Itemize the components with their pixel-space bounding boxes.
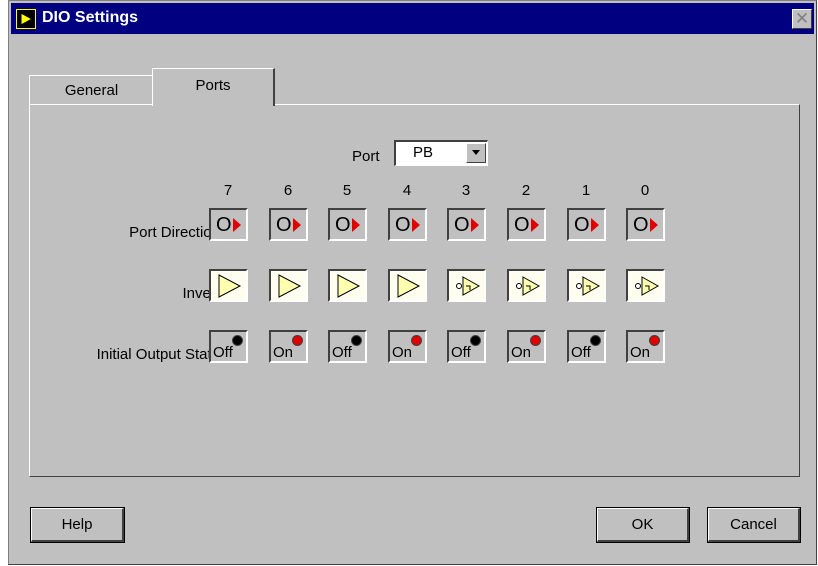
cancel-button[interactable]: Cancel <box>707 507 801 543</box>
dio-settings-dialog: DIO Settings ✕ General Ports Port PB Por… <box>8 0 817 565</box>
direction-text: O <box>395 214 411 236</box>
help-button[interactable]: Help <box>30 507 125 543</box>
output-arrow-icon <box>293 218 301 232</box>
output-arrow-icon <box>412 218 420 232</box>
port-label: Port <box>352 148 380 165</box>
initial-state-toggle-bit-2[interactable]: On <box>507 330 546 363</box>
output-arrow-icon <box>650 218 658 232</box>
app-icon <box>16 9 36 29</box>
state-text: Off <box>213 344 233 361</box>
invert-toggle-bit-5[interactable] <box>328 269 367 302</box>
close-icon: ✕ <box>794 9 810 28</box>
bit-label: 1 <box>581 182 591 199</box>
bit-label: 6 <box>283 182 293 199</box>
direction-text: O <box>216 214 232 236</box>
window-title: DIO Settings <box>42 9 139 26</box>
ports-panel: Port PB Port Direction Invert Initial Ou… <box>29 104 800 477</box>
direction-button-bit-5[interactable]: O <box>328 208 367 241</box>
led-indicator-icon <box>590 335 601 346</box>
port-select-value: PB <box>413 144 434 161</box>
initial-output-state-label: Initial Output State <box>96 346 220 363</box>
inverter-icon <box>635 276 660 296</box>
initial-state-toggle-bit-6[interactable]: On <box>269 330 308 363</box>
inverter-icon <box>516 276 541 296</box>
buffer-icon <box>278 274 302 298</box>
led-indicator-icon <box>470 335 481 346</box>
direction-text: O <box>514 214 530 236</box>
direction-text: O <box>276 214 292 236</box>
output-arrow-icon <box>471 218 479 232</box>
inverter-icon <box>576 276 601 296</box>
direction-button-bit-7[interactable]: O <box>209 208 248 241</box>
state-text: Off <box>571 344 591 361</box>
dropdown-arrow-button[interactable] <box>466 143 486 163</box>
output-arrow-icon <box>531 218 539 232</box>
invert-toggle-bit-4[interactable] <box>388 269 427 302</box>
buffer-icon <box>337 274 361 298</box>
direction-button-bit-1[interactable]: O <box>567 208 606 241</box>
initial-state-toggle-bit-7[interactable]: Off <box>209 330 248 363</box>
bit-label: 7 <box>223 182 233 199</box>
direction-button-bit-2[interactable]: O <box>507 208 546 241</box>
direction-button-bit-3[interactable]: O <box>447 208 486 241</box>
title-bar[interactable]: DIO Settings ✕ <box>11 3 814 34</box>
bit-label: 2 <box>521 182 531 199</box>
led-indicator-icon <box>292 335 303 346</box>
tab-ports[interactable]: Ports <box>152 68 275 106</box>
initial-state-toggle-bit-0[interactable]: On <box>626 330 665 363</box>
output-arrow-icon <box>233 218 241 232</box>
tab-ports-label: Ports <box>195 77 231 94</box>
direction-button-bit-0[interactable]: O <box>626 208 665 241</box>
ok-button[interactable]: OK <box>596 507 690 543</box>
invert-toggle-bit-0[interactable] <box>626 269 665 302</box>
direction-text: O <box>574 214 590 236</box>
direction-button-bit-4[interactable]: O <box>388 208 427 241</box>
invert-toggle-bit-2[interactable] <box>507 269 546 302</box>
led-indicator-icon <box>411 335 422 346</box>
initial-state-toggle-bit-4[interactable]: On <box>388 330 427 363</box>
direction-text: O <box>454 214 470 236</box>
led-indicator-icon <box>649 335 660 346</box>
buffer-icon <box>218 274 242 298</box>
state-text: On <box>273 344 294 361</box>
chevron-down-icon <box>472 150 480 155</box>
output-arrow-icon <box>352 218 360 232</box>
bit-label: 0 <box>640 182 650 199</box>
close-button[interactable]: ✕ <box>792 9 812 29</box>
tab-general-label: General <box>64 82 119 99</box>
bit-label: 5 <box>342 182 352 199</box>
buffer-icon <box>397 274 421 298</box>
output-arrow-icon <box>591 218 599 232</box>
bit-label: 3 <box>461 182 471 199</box>
invert-toggle-bit-1[interactable] <box>567 269 606 302</box>
ok-button-label: OK <box>631 516 654 533</box>
invert-toggle-bit-7[interactable] <box>209 269 248 302</box>
direction-text: O <box>335 214 351 236</box>
led-indicator-icon <box>232 335 243 346</box>
bit-label: 4 <box>402 182 412 199</box>
invert-toggle-bit-3[interactable] <box>447 269 486 302</box>
inverter-icon <box>456 276 481 296</box>
led-indicator-icon <box>351 335 362 346</box>
cancel-button-label: Cancel <box>730 516 777 533</box>
help-button-label: Help <box>61 516 93 533</box>
initial-state-toggle-bit-3[interactable]: Off <box>447 330 486 363</box>
state-text: On <box>392 344 413 361</box>
direction-button-bit-6[interactable]: O <box>269 208 308 241</box>
port-direction-label: Port Direction <box>129 224 220 241</box>
state-text: On <box>630 344 651 361</box>
led-indicator-icon <box>530 335 541 346</box>
port-select[interactable]: PB <box>394 140 488 166</box>
invert-toggle-bit-6[interactable] <box>269 269 308 302</box>
state-text: Off <box>451 344 471 361</box>
state-text: Off <box>332 344 352 361</box>
tab-general[interactable]: General <box>29 75 155 105</box>
state-text: On <box>511 344 532 361</box>
direction-text: O <box>633 214 649 236</box>
initial-state-toggle-bit-1[interactable]: Off <box>567 330 606 363</box>
initial-state-toggle-bit-5[interactable]: Off <box>328 330 367 363</box>
